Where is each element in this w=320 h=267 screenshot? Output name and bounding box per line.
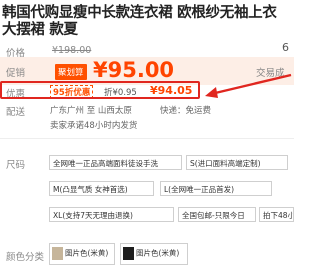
- color-label: 颜色分类: [6, 252, 45, 263]
- shipping-label: 配送: [6, 107, 26, 118]
- express-fee: 快递：免运费: [160, 106, 212, 116]
- annotation-arrow-icon: [205, 73, 292, 98]
- divider: [0, 138, 294, 139]
- color-option[interactable]: 图片色(米黄): [49, 243, 115, 265]
- color-option-label: 图片色(米黄): [136, 248, 180, 258]
- highlight-box: [0, 81, 200, 99]
- shipping-route: 广东广州 至 山西太原: [50, 106, 132, 116]
- color-option-label: 图片色(米黄): [65, 248, 109, 258]
- size-option[interactable]: 全网唯一正品高端面料徒设手洗: [49, 155, 182, 170]
- color-thumbnail: [123, 247, 134, 260]
- size-option[interactable]: 全国包邮-只限今日: [178, 207, 256, 222]
- size-option[interactable]: S(进口面料高端定制): [186, 155, 288, 170]
- size-label: 尺码: [6, 160, 26, 171]
- promo-tag: 聚划算: [55, 64, 87, 80]
- color-option[interactable]: 图片色(米黄): [120, 243, 188, 265]
- size-option[interactable]: M(凸显气质 女神首选): [49, 181, 154, 196]
- sales-count: 6: [282, 41, 289, 54]
- color-thumbnail: [52, 247, 63, 260]
- original-price: ¥198.00: [52, 45, 92, 56]
- current-price: ¥95.00: [93, 58, 175, 82]
- ship-promise: 卖家承诺48小时内发货: [50, 121, 138, 131]
- size-option[interactable]: 拍下48小时: [259, 207, 294, 222]
- promo-label: 促销: [6, 68, 26, 79]
- size-option[interactable]: L(全网唯一正品首发): [160, 181, 272, 196]
- size-option[interactable]: XL(支持7天无理由退换): [49, 207, 174, 222]
- product-title: 韩国代购显瘦中长款连衣裙 欧根纱无袖上衣大摆裙 款夏: [2, 5, 277, 38]
